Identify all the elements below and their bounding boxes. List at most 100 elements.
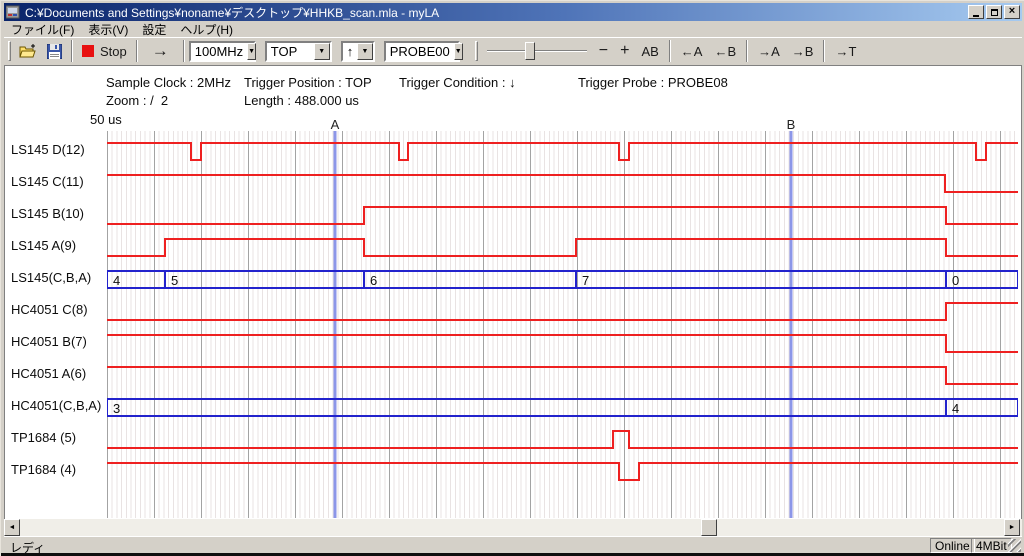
- set-marker-b-button[interactable]: ←B: [708, 39, 742, 63]
- trigger-edge-value: ↑: [343, 44, 358, 59]
- sample-clock-info: Sample Clock : 2MHz: [106, 75, 231, 90]
- open-file-button[interactable]: [14, 39, 42, 63]
- bus-value: 0: [952, 273, 959, 288]
- minimize-icon: [973, 15, 979, 17]
- waveform-trace: [107, 239, 1018, 256]
- bus-value: 5: [171, 273, 178, 288]
- zoom-out-button[interactable]: −: [593, 39, 614, 63]
- save-floppy-icon: [47, 44, 62, 59]
- minimize-button[interactable]: [968, 5, 984, 19]
- app-window: C:¥Documents and Settings¥noname¥デスクトップ¥…: [0, 0, 1024, 556]
- zoom-slider[interactable]: [487, 40, 587, 62]
- zoom-slider-thumb[interactable]: [525, 42, 535, 60]
- toolbar-separator: [71, 40, 73, 62]
- bus-value: 4: [113, 273, 120, 288]
- scroll-left-button[interactable]: ◄: [4, 519, 20, 536]
- signal-label: LS145 D(12): [11, 141, 85, 158]
- open-folder-icon: [19, 44, 37, 59]
- signal-label: TP1684 (4): [11, 461, 76, 478]
- goto-marker-b-button[interactable]: →B: [786, 39, 820, 63]
- toolbar-separator: [183, 40, 185, 62]
- sample-rate-value: 100MHz: [191, 44, 247, 59]
- menu-help[interactable]: ヘルプ(H): [173, 21, 240, 38]
- trigger-condition-info: Trigger Condition : ↓: [399, 75, 516, 90]
- status-online-badge: Online: [930, 538, 975, 553]
- toolbar-grip[interactable]: [8, 41, 11, 61]
- waveform-trace: [107, 143, 1018, 160]
- waveform-trace: [107, 367, 1018, 384]
- trigger-position-value: TOP: [267, 44, 314, 59]
- toolbar: Stop → 100MHz ▼ TOP ▼ ↑ ▼ PROBE00 ▼ − + …: [4, 37, 1022, 66]
- save-file-button[interactable]: [42, 39, 67, 63]
- signal-label: LS145(C,B,A): [11, 269, 91, 286]
- goto-marker-a-button[interactable]: →A: [752, 39, 786, 63]
- waveform-trace: [107, 335, 1018, 352]
- waveform-trace: [107, 463, 1018, 480]
- toolbar-separator: [823, 40, 825, 62]
- bus-segment: [576, 271, 946, 288]
- title-bar[interactable]: C:¥Documents and Settings¥noname¥デスクトップ¥…: [4, 3, 1022, 21]
- trigger-position-info: Trigger Position : TOP: [244, 75, 372, 90]
- trigger-probe-value: PROBE00: [386, 44, 454, 59]
- bus-value: 6: [370, 273, 377, 288]
- signal-label: LS145 C(11): [11, 173, 84, 190]
- timing-plot[interactable]: 4 5 6 7 0 3 4: [107, 131, 1018, 518]
- chevron-down-icon[interactable]: ▼: [357, 43, 373, 60]
- zoom-in-button[interactable]: +: [614, 39, 635, 63]
- trigger-edge-combobox[interactable]: ↑ ▼: [341, 41, 375, 62]
- bus-value: 7: [582, 273, 589, 288]
- trigger-position-combobox[interactable]: TOP ▼: [265, 41, 332, 62]
- signal-label: HC4051 C(8): [11, 301, 88, 318]
- status-memory-badge: 4MBit: [971, 538, 1012, 553]
- toolbar-separator: [746, 40, 748, 62]
- scrollbar-thumb[interactable]: [701, 519, 717, 536]
- bus-segment: [107, 399, 946, 416]
- app-icon: [6, 5, 21, 19]
- set-marker-a-button[interactable]: ←A: [675, 39, 709, 63]
- chevron-down-icon[interactable]: ▼: [247, 43, 256, 60]
- horizontal-scrollbar[interactable]: ◄ ►: [4, 519, 1022, 536]
- single-run-button[interactable]: →: [142, 39, 179, 63]
- menu-file[interactable]: ファイル(F): [4, 21, 81, 38]
- time-scale-label: 50 us: [90, 112, 122, 127]
- marker-label: A: [327, 117, 343, 132]
- close-icon: ×: [1009, 6, 1015, 17]
- waveform-canvas: 4 5 6 7 0 3 4: [107, 131, 1018, 518]
- toolbar-separator: [669, 40, 671, 62]
- marker-label: B: [783, 117, 799, 132]
- trigger-probe-info: Trigger Probe : PROBE08: [578, 75, 728, 90]
- bus-segment: [364, 271, 576, 288]
- bus-value: 3: [113, 401, 120, 416]
- stop-icon: [82, 45, 94, 57]
- toolbar-separator: [136, 40, 138, 62]
- sample-rate-combobox[interactable]: 100MHz ▼: [189, 41, 256, 62]
- chevron-down-icon[interactable]: ▼: [314, 43, 330, 60]
- status-bar: レディ Online 4MBit: [4, 536, 1022, 553]
- waveform-trace: [107, 207, 1018, 224]
- signal-label: HC4051(C,B,A): [11, 397, 101, 414]
- trigger-probe-combobox[interactable]: PROBE00 ▼: [384, 41, 460, 62]
- menu-view[interactable]: 表示(V): [81, 21, 135, 38]
- zoom-slider-track[interactable]: [487, 50, 587, 52]
- signal-label: LS145 B(10): [11, 205, 84, 222]
- zoom-info: Zoom : / 2: [106, 93, 168, 108]
- bus-value: 4: [952, 401, 959, 416]
- ab-span-button[interactable]: AB: [635, 39, 664, 63]
- chevron-down-icon[interactable]: ▼: [454, 43, 463, 60]
- signal-label: HC4051 A(6): [11, 365, 86, 382]
- length-info: Length : 488.000 us: [244, 93, 359, 108]
- signal-label: TP1684 (5): [11, 429, 76, 446]
- close-button[interactable]: ×: [1004, 5, 1020, 19]
- waveform-trace: [107, 431, 1018, 448]
- stop-label: Stop: [100, 44, 127, 59]
- window-title: C:¥Documents and Settings¥noname¥デスクトップ¥…: [25, 4, 968, 21]
- stop-button[interactable]: Stop: [77, 39, 132, 63]
- toolbar-grip[interactable]: [475, 41, 478, 61]
- menu-settings[interactable]: 設定: [135, 21, 173, 38]
- maximize-button[interactable]: [986, 5, 1002, 19]
- scroll-right-button[interactable]: ►: [1004, 519, 1020, 536]
- waveform-trace: [107, 303, 1018, 320]
- resize-grip[interactable]: [1008, 539, 1021, 552]
- menu-bar: ファイル(F) 表示(V) 設定 ヘルプ(H): [4, 22, 1022, 37]
- goto-trigger-button[interactable]: →T: [829, 39, 862, 63]
